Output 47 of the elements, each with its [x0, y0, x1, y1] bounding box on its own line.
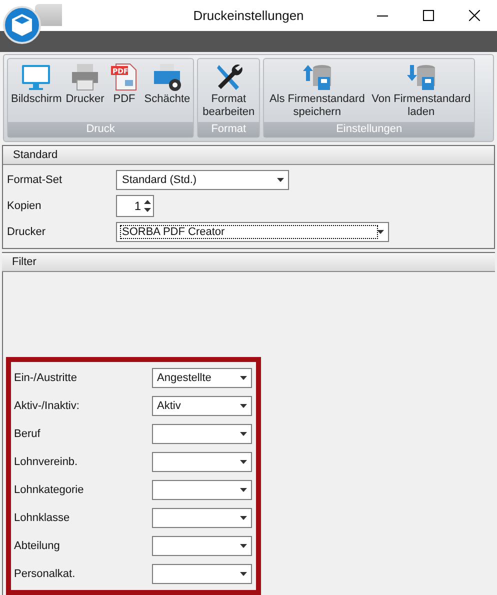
dropdown-field[interactable]: Angestellte — [152, 368, 252, 388]
field-label: Ein-/Austritte — [14, 372, 78, 384]
field-label: Beruf — [14, 428, 42, 440]
spin-arrows-icon — [144, 199, 151, 213]
dropdown-caret-icon — [240, 488, 247, 492]
ribbon-button[interactable]: Bildschirm — [9, 60, 64, 122]
field-label: Lohnvereinb. — [14, 456, 79, 468]
dropdown-caret-icon — [377, 230, 384, 234]
field-label: Drucker — [7, 226, 47, 238]
field-label: Lohnkategorie — [14, 484, 85, 496]
panel-header: Standard — [3, 146, 494, 165]
ribbon-group-label: Einstellungen — [264, 122, 474, 137]
dropdown-field[interactable] — [152, 564, 252, 584]
dropdown-field[interactable]: SORBA PDF Creator — [116, 222, 389, 242]
dropdown-caret-icon — [240, 432, 247, 436]
field-label: Personalkat. — [14, 568, 76, 580]
dropdown-caret-icon — [240, 572, 247, 576]
copies-spinner[interactable]: 1 — [116, 195, 154, 217]
dropdown-caret-icon — [240, 460, 247, 464]
ribbon-button[interactable]: Von Firmenstandard laden — [369, 60, 474, 122]
window-title: Druckeinstellungen — [193, 8, 304, 23]
dropdown-field[interactable]: Aktiv — [152, 396, 252, 416]
ribbon-button[interactable]: Format bearbeiten — [199, 60, 258, 122]
field-label: Aktiv-/Inaktiv: — [14, 400, 80, 412]
field-label: Kopien — [7, 200, 42, 212]
field-label: Abteilung — [14, 540, 61, 552]
dropdown-field[interactable] — [152, 508, 252, 528]
dropdown-field[interactable] — [152, 452, 252, 472]
dropdown-caret-icon — [240, 516, 247, 520]
close-icon — [468, 10, 480, 21]
dropdown-caret-icon — [277, 178, 284, 182]
ribbon-group-label: Format — [198, 122, 260, 137]
ribbon-button[interactable]: Als Firmenstandard speichern — [265, 60, 370, 122]
dropdown-caret-icon — [240, 404, 247, 408]
panel-header: Filter — [2, 253, 495, 272]
ribbon-button[interactable]: Schächte — [142, 60, 192, 122]
dropdown-field[interactable] — [152, 536, 252, 556]
ribbon-button[interactable]: Drucker — [64, 60, 106, 122]
dropdown-caret-icon — [240, 544, 247, 548]
dropdown-field[interactable] — [152, 480, 252, 500]
maximize-icon — [422, 10, 434, 21]
dropdown-field[interactable] — [152, 424, 252, 444]
dropdown-caret-icon — [240, 376, 247, 380]
ribbon-group-label: Druck — [8, 122, 194, 137]
field-label: Lohnklasse — [14, 512, 71, 524]
dropdown-field[interactable]: Standard (Std.) — [116, 170, 289, 190]
field-label: Format-Set — [7, 174, 64, 186]
